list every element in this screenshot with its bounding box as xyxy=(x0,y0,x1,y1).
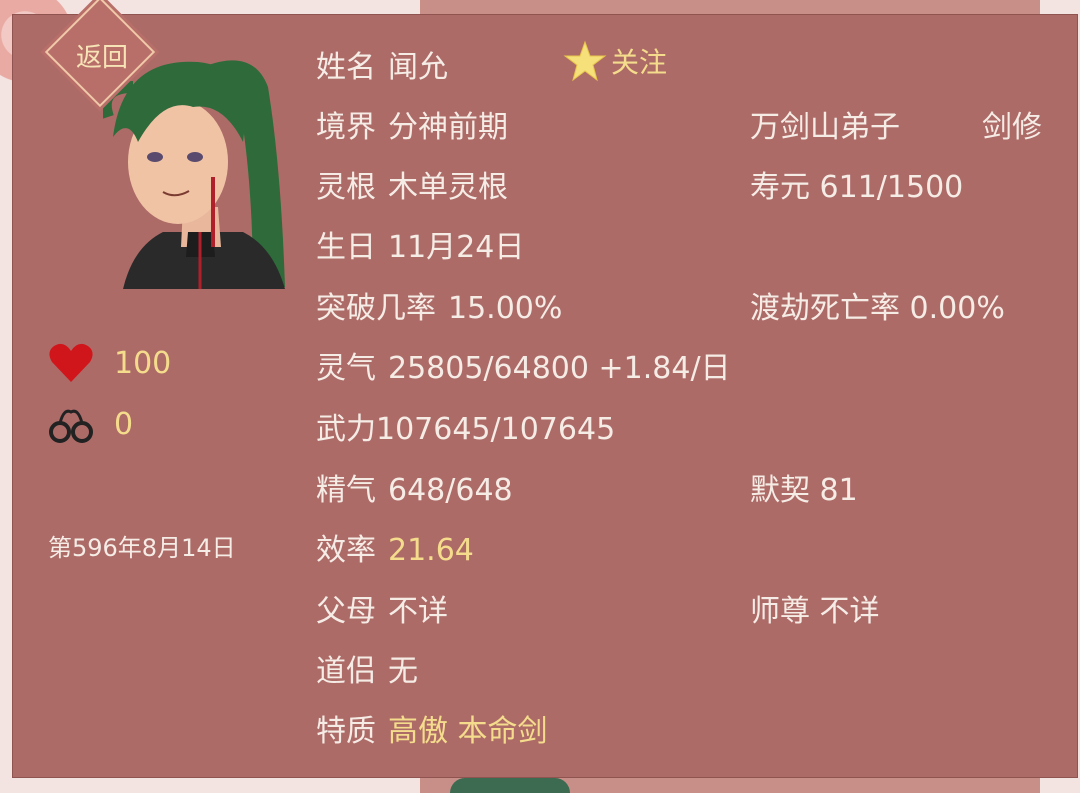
tribulation-value: 0.00% xyxy=(909,291,1005,326)
background-frame-top xyxy=(420,0,1040,14)
bond-value: 81 xyxy=(819,473,858,508)
name-value: 闻允 xyxy=(388,50,448,85)
follow-button[interactable]: 关注 xyxy=(563,40,667,82)
parents-row: 父母 不详 xyxy=(316,586,448,629)
name-row: 姓名 闻允 xyxy=(316,42,448,85)
traits-label: 特质 xyxy=(316,714,376,749)
qi-value: 25805/64800 +1.84/日 xyxy=(388,351,731,386)
back-button[interactable]: 返回 xyxy=(44,0,157,108)
hp-stat: 100 xyxy=(48,342,171,384)
breakthrough-row: 突破几率 15.00% xyxy=(316,283,563,326)
partner-value: 无 xyxy=(388,654,418,689)
role-text: 剑修 xyxy=(982,110,1042,145)
background-character-hair xyxy=(450,778,570,793)
birthday-row: 生日 11月24日 xyxy=(316,222,525,265)
shackle-stat: 0 xyxy=(48,402,133,446)
trait-item[interactable]: 本命剑 xyxy=(458,714,548,749)
birthday-label: 生日 xyxy=(316,230,376,265)
root-value: 木单灵根 xyxy=(388,170,508,205)
essence-row: 精气 648/648 xyxy=(316,465,513,508)
heart-icon xyxy=(49,343,93,382)
force-label: 武力 xyxy=(316,412,376,447)
force-row: 武力107645/107645 xyxy=(316,404,616,447)
root-row: 灵根 木单灵根 xyxy=(316,162,508,205)
realm-label: 境界 xyxy=(316,110,376,145)
game-date: 第596年8月14日 xyxy=(48,534,236,562)
follow-label: 关注 xyxy=(611,46,668,79)
essence-value: 648/648 xyxy=(388,473,513,508)
master-label: 师尊 xyxy=(750,594,810,629)
partner-label: 道侣 xyxy=(316,654,376,689)
hp-value: 100 xyxy=(114,345,172,381)
tribulation-label: 渡劫死亡率 xyxy=(750,291,900,326)
parents-value: 不详 xyxy=(388,594,448,629)
force-value: 107645/107645 xyxy=(376,412,616,447)
parents-label: 父母 xyxy=(316,594,376,629)
efficiency-row: 效率 21.64 xyxy=(316,525,474,568)
realm-value: 分神前期 xyxy=(388,110,508,145)
trait-item[interactable]: 高傲 xyxy=(388,714,448,749)
realm-row: 境界 分神前期 xyxy=(316,102,508,145)
name-label: 姓名 xyxy=(316,50,376,85)
efficiency-label: 效率 xyxy=(316,533,376,568)
traits-row: 特质 高傲 本命剑 xyxy=(316,706,548,749)
essence-label: 精气 xyxy=(316,473,376,508)
efficiency-value: 21.64 xyxy=(388,533,474,568)
shackle-value: 0 xyxy=(114,406,134,442)
qi-label: 灵气 xyxy=(316,351,376,386)
lifespan-row: 寿元 611/1500 xyxy=(750,162,963,206)
tribulation-row: 渡劫死亡率 0.00% xyxy=(750,283,1005,327)
root-label: 灵根 xyxy=(316,170,376,205)
master-row: 师尊 不详 xyxy=(750,586,880,630)
breakthrough-value: 15.00% xyxy=(448,291,563,326)
lifespan-label: 寿元 xyxy=(750,170,810,205)
qi-row: 灵气 25805/64800 +1.84/日 xyxy=(316,343,731,386)
back-button-label: 返回 xyxy=(75,43,128,73)
lifespan-value: 611/1500 xyxy=(819,170,964,205)
bond-label: 默契 xyxy=(750,473,810,508)
star-icon xyxy=(563,40,607,82)
breakthrough-label: 突破几率 xyxy=(316,291,436,326)
handcuffs-icon xyxy=(49,409,93,443)
birthday-value: 11月24日 xyxy=(388,230,525,265)
partner-row: 道侣无 xyxy=(316,646,418,689)
master-value: 不详 xyxy=(819,594,880,629)
bond-row: 默契 81 xyxy=(750,465,858,509)
sect-text: 万剑山弟子 xyxy=(750,110,900,145)
